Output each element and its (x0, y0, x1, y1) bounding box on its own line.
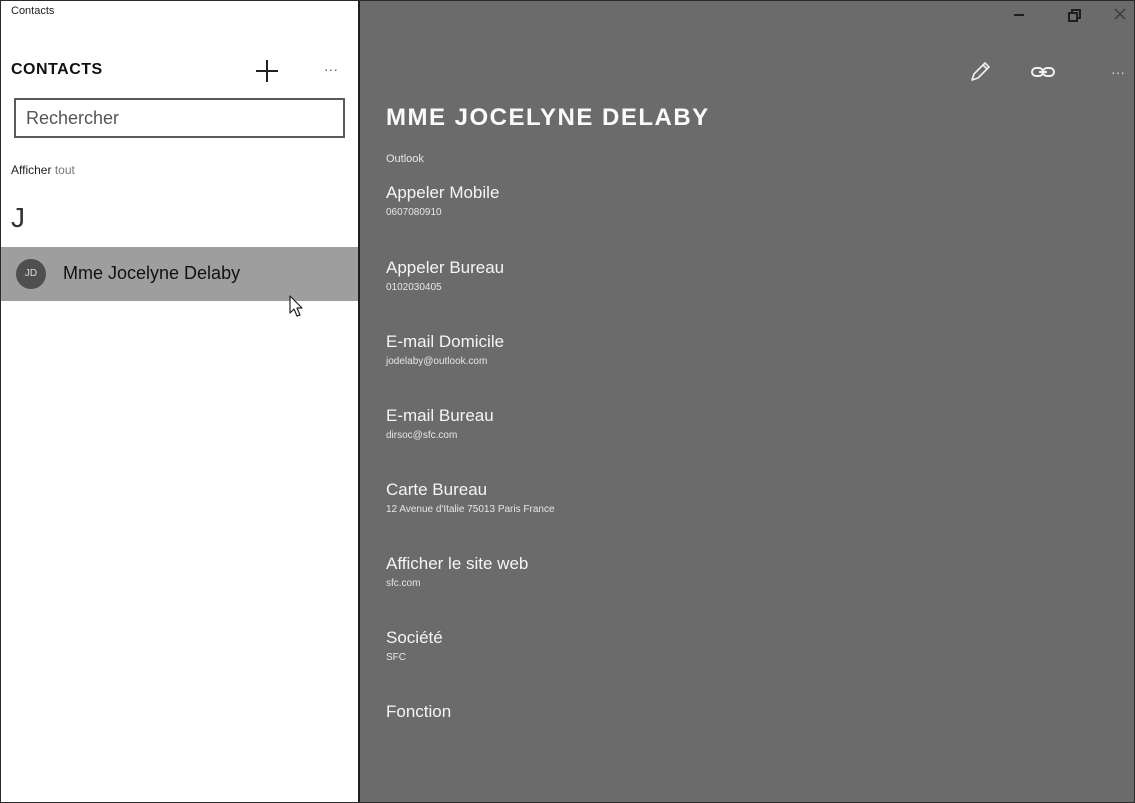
field-label: Appeler Mobile (386, 183, 500, 202)
field-work-address[interactable]: Carte Bureau 12 Avenue d'Italie 75013 Pa… (386, 480, 555, 515)
contact-title: MME JOCELYNE DELABY (386, 104, 710, 131)
field-label: Société (386, 628, 443, 647)
field-label: E-mail Domicile (386, 332, 505, 351)
show-all-prefix: Afficher (11, 163, 52, 177)
add-contact-button[interactable] (253, 57, 281, 85)
search-input[interactable] (14, 98, 345, 138)
field-mobile-phone[interactable]: Appeler Mobile 0607080910 (386, 183, 499, 218)
show-all-filter[interactable]: Afficher tout (11, 163, 75, 177)
field-value: 0102030405 (386, 282, 442, 293)
field-work-email[interactable]: E-mail Bureau dirsoc@sfc.com (386, 406, 494, 441)
show-all-suffix: tout (54, 163, 75, 177)
field-value: jodelaby@outlook.com (386, 356, 488, 367)
app-title: Contacts (11, 5, 55, 17)
mouse-pointer-icon (289, 295, 303, 317)
field-work-phone[interactable]: Appeler Bureau 0102030405 (386, 258, 504, 293)
contact-detail-pane: ··· MME JOCELYNE DELABY Outlook Appeler … (360, 1, 1134, 802)
minimize-icon (1014, 14, 1024, 16)
field-value: 12 Avenue d'Italie 75013 Paris France (386, 504, 555, 515)
detail-more-button[interactable]: ··· (1105, 59, 1131, 85)
field-value: dirsoc@sfc.com (386, 430, 458, 441)
close-button[interactable] (1109, 5, 1134, 27)
contacts-window: Contacts CONTACTS ··· Afficher tout J JD… (0, 0, 1135, 803)
edit-contact-button[interactable] (967, 59, 993, 85)
minimize-button[interactable] (1004, 5, 1034, 27)
field-value: 0607080910 (386, 207, 442, 218)
field-value: SFC (386, 652, 406, 663)
field-home-email[interactable]: E-mail Domicile jodelaby@outlook.com (386, 332, 504, 367)
field-label: Carte Bureau (386, 480, 488, 499)
sidebar-more-button[interactable]: ··· (319, 59, 343, 79)
field-label: E-mail Bureau (386, 406, 494, 425)
avatar: JD (16, 259, 46, 289)
restore-button[interactable] (1059, 5, 1089, 27)
link-contact-button[interactable] (1030, 59, 1056, 85)
restore-icon (1068, 9, 1081, 22)
contacts-sidebar: Contacts CONTACTS ··· Afficher tout J JD… (1, 1, 360, 802)
contact-list-item-name: Mme Jocelyne Delaby (63, 263, 241, 283)
field-website[interactable]: Afficher le site web sfc.com (386, 554, 528, 589)
field-company: Société SFC (386, 628, 443, 663)
contact-source: Outlook (386, 153, 424, 165)
field-job-title: Fonction (386, 702, 451, 726)
field-value: sfc.com (386, 578, 421, 589)
field-label: Fonction (386, 702, 452, 721)
plus-icon (256, 60, 278, 82)
group-header-letter: J (11, 202, 25, 233)
contacts-header: CONTACTS (11, 61, 103, 78)
pencil-icon (971, 62, 990, 81)
close-icon (1114, 8, 1126, 20)
field-label: Appeler Bureau (386, 258, 505, 277)
contact-list-item[interactable]: JD Mme Jocelyne Delaby (1, 247, 358, 301)
field-label: Afficher le site web (386, 554, 529, 573)
link-icon (1031, 67, 1055, 77)
